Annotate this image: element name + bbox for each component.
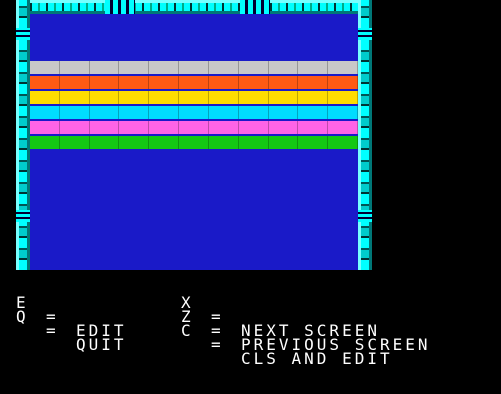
left-wall-marker	[16, 28, 30, 40]
brick	[268, 121, 299, 134]
brick	[119, 121, 150, 134]
brick	[59, 136, 90, 149]
brick	[119, 76, 150, 89]
brick	[208, 121, 239, 134]
brick	[89, 61, 120, 74]
brick	[30, 76, 60, 89]
brick-row	[30, 136, 358, 150]
brick	[179, 136, 209, 149]
brick	[328, 136, 358, 149]
key-c: C	[181, 321, 194, 340]
left-wall-marker	[16, 210, 30, 222]
brick	[119, 91, 150, 104]
help-row-cls-and-edit: C = CLS AND EDIT	[181, 310, 390, 367]
brick	[179, 121, 209, 134]
brick-row	[30, 106, 358, 120]
brick	[238, 106, 269, 119]
brick-row	[30, 61, 358, 75]
brick	[149, 136, 180, 149]
brick	[238, 76, 269, 89]
key-q: Q	[16, 307, 29, 326]
brick	[59, 91, 90, 104]
brick	[268, 91, 299, 104]
brick	[119, 61, 150, 74]
brick	[30, 121, 60, 134]
brick	[238, 121, 269, 134]
brick	[268, 106, 299, 119]
brick-row	[30, 121, 358, 135]
brick	[149, 76, 180, 89]
brick	[179, 61, 209, 74]
brick	[59, 121, 90, 134]
brick	[298, 91, 329, 104]
left-wall	[16, 0, 30, 270]
brick	[328, 61, 358, 74]
top-gate-right	[240, 0, 270, 14]
help-row-next-screen: X = NEXT SCREEN	[181, 282, 377, 339]
brick	[298, 136, 329, 149]
brick	[208, 61, 239, 74]
brick	[30, 136, 60, 149]
brick	[298, 61, 329, 74]
game-screen: E = EDIT Q = QUIT X = NEXT SCREEN Z = PR…	[0, 0, 501, 367]
brick	[89, 121, 120, 134]
brick	[328, 91, 358, 104]
key-help-panel: E = EDIT Q = QUIT X = NEXT SCREEN Z = PR…	[16, 280, 496, 367]
brick	[89, 76, 120, 89]
equals-sign: =	[211, 335, 224, 354]
brick	[208, 106, 239, 119]
brick	[179, 106, 209, 119]
right-wall-marker	[358, 210, 372, 222]
help-row-edit: E = EDIT	[16, 282, 124, 339]
action-cls-and-edit: CLS AND EDIT	[241, 349, 393, 368]
brick	[149, 91, 180, 104]
brick	[89, 106, 120, 119]
brick	[30, 61, 60, 74]
right-wall-marker	[358, 28, 372, 40]
brick	[179, 91, 209, 104]
playfield	[30, 14, 358, 270]
brick-row	[30, 91, 358, 105]
brick	[238, 91, 269, 104]
brick	[328, 76, 358, 89]
brick	[119, 106, 150, 119]
brick	[328, 106, 358, 119]
brick	[89, 136, 120, 149]
brick	[328, 121, 358, 134]
brick	[208, 91, 239, 104]
brick	[268, 61, 299, 74]
top-gate-left	[105, 0, 135, 14]
brick	[208, 76, 239, 89]
brick	[268, 76, 299, 89]
brick	[298, 106, 329, 119]
brick	[59, 61, 90, 74]
help-row-quit: Q = QUIT	[16, 296, 124, 353]
brick	[59, 106, 90, 119]
brick	[30, 91, 60, 104]
brick	[238, 61, 269, 74]
brick	[208, 136, 239, 149]
brick	[59, 76, 90, 89]
action-quit: QUIT	[76, 335, 127, 354]
brick	[238, 136, 269, 149]
top-wall	[16, 0, 372, 14]
brick	[268, 136, 299, 149]
brick	[149, 106, 180, 119]
brick	[30, 106, 60, 119]
help-row-previous-screen: Z = PREVIOUS SCREEN	[181, 296, 428, 353]
brick	[89, 91, 120, 104]
right-wall	[358, 0, 372, 270]
brick-row	[30, 76, 358, 90]
brick	[149, 61, 180, 74]
brick	[149, 121, 180, 134]
brick	[298, 76, 329, 89]
brick	[298, 121, 329, 134]
equals-sign: =	[46, 321, 59, 340]
brick	[119, 136, 150, 149]
brick	[179, 76, 209, 89]
